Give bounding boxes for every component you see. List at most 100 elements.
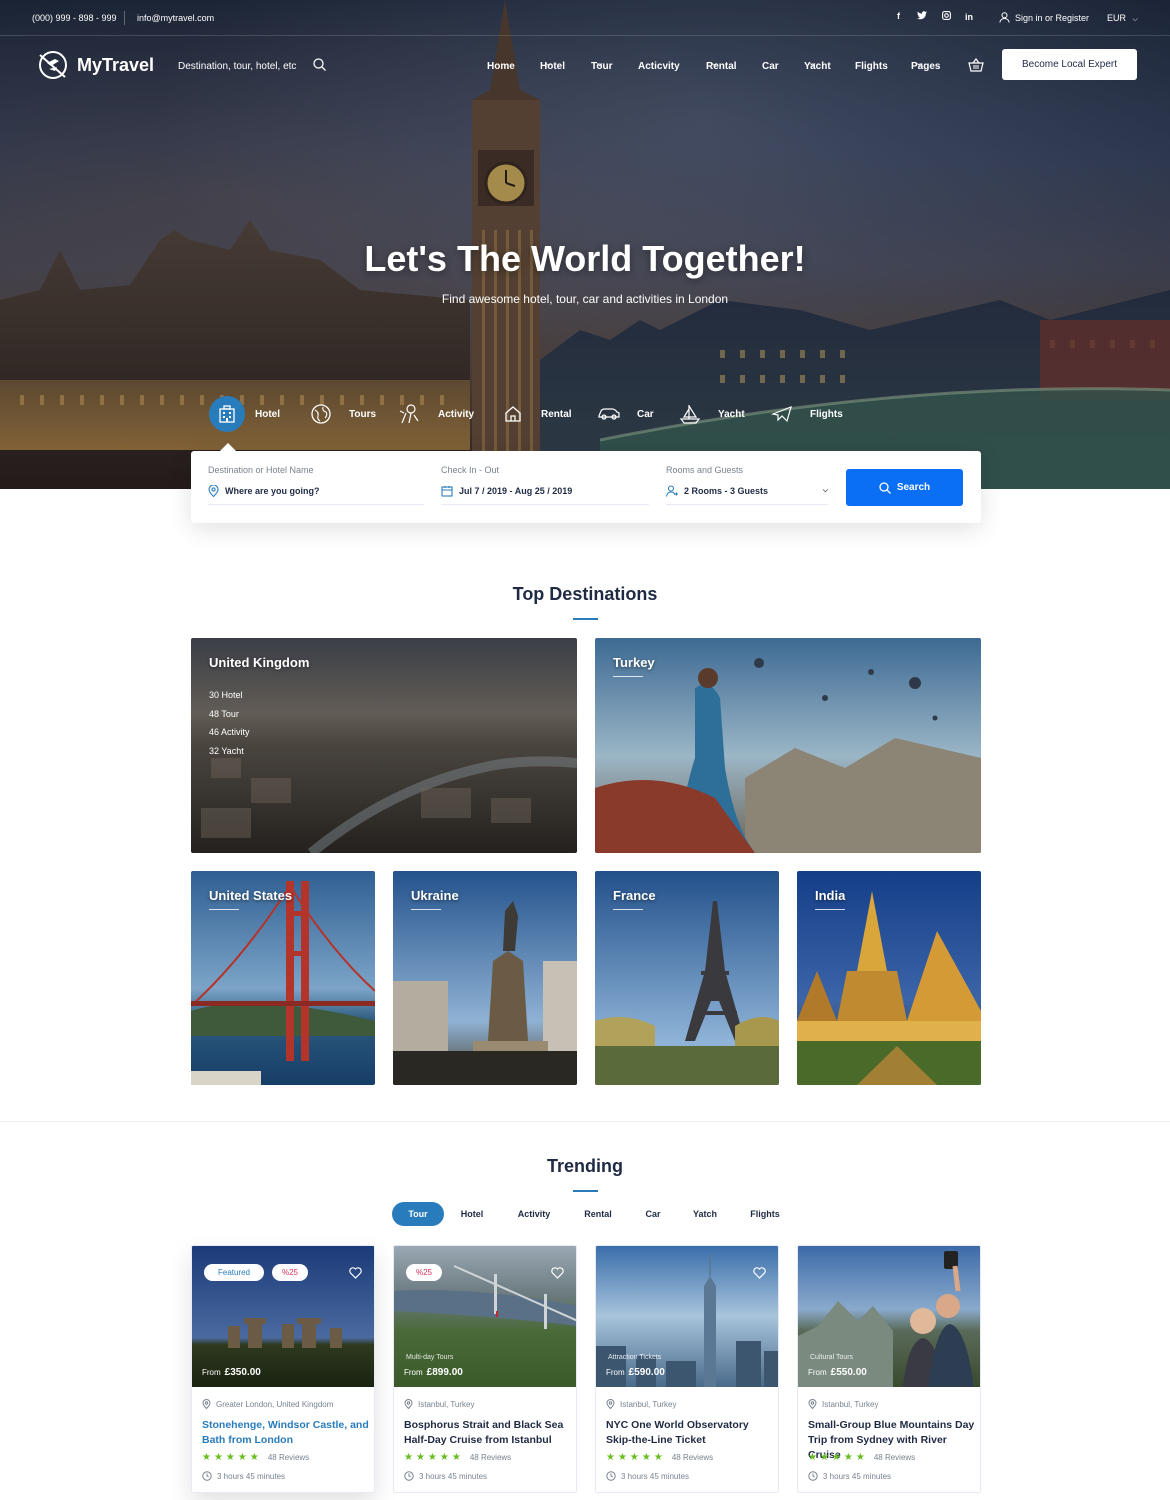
date-range-input[interactable]: Jul 7 / 2019 - Aug 25 / 2019 — [459, 486, 572, 496]
instagram-icon[interactable] — [942, 11, 951, 22]
nav-label: Flights — [855, 61, 888, 72]
star-rating: ★★★★★ — [606, 1452, 666, 1463]
destination-card-united-kingdom[interactable]: United Kingdom 30 Hotel 48 Tour 46 Activ… — [191, 638, 577, 853]
user-icon — [999, 12, 1010, 23]
become-local-expert-button[interactable]: Become Local Expert — [1002, 49, 1137, 80]
tour-duration: 3 hours 45 minutes — [404, 1471, 487, 1481]
location-pin-icon — [202, 1399, 211, 1409]
tour-title[interactable]: NYC One World Observatory Skip-the-Line … — [606, 1418, 774, 1448]
heart-icon[interactable] — [551, 1266, 564, 1284]
tour-location: Istanbul, Turkey — [606, 1399, 676, 1409]
tab-label: Activity — [438, 408, 475, 420]
tour-card[interactable]: Cultural Tours From £550.00 Istanbul, Tur… — [797, 1245, 981, 1493]
cart-icon[interactable] — [968, 58, 984, 77]
price-prefix: From — [808, 1368, 827, 1377]
tab-activity[interactable]: Activity — [392, 396, 474, 432]
tab-car[interactable]: Car — [591, 396, 654, 432]
destination-image — [595, 638, 981, 853]
tour-duration: 3 hours 45 minutes — [202, 1471, 285, 1481]
clock-icon — [808, 1471, 818, 1481]
destination-field[interactable]: Destination or Hotel Name Where are you … — [208, 465, 424, 505]
price-value: £590.00 — [628, 1367, 665, 1378]
destination-card-ukraine[interactable]: Ukraine — [393, 871, 577, 1085]
chevron-down-icon: ⌵ — [1132, 16, 1138, 23]
trending-tab-car[interactable]: Car — [642, 1202, 664, 1226]
search-icon — [879, 481, 891, 494]
tab-flights[interactable]: Flights — [764, 396, 843, 432]
location-text: Istanbul, Turkey — [822, 1399, 879, 1409]
currency-select[interactable]: EUR ⌵ — [1107, 13, 1138, 24]
trending-tab-rental[interactable]: Rental — [580, 1202, 616, 1226]
trending-tab-tour[interactable]: Tour — [392, 1202, 444, 1226]
chevron-down-icon: ⌵ — [712, 61, 718, 68]
price-prefix: From — [202, 1368, 221, 1377]
destination-input[interactable]: Where are you going? — [225, 486, 320, 496]
tour-category: Multi-day Tours — [406, 1354, 454, 1361]
destination-card-india[interactable]: India — [797, 871, 981, 1085]
tab-label: Hotel — [255, 408, 280, 420]
phone-link[interactable]: (000) 999 - 898 - 999 — [32, 13, 117, 23]
search-icon[interactable] — [313, 58, 326, 76]
duration-text: 3 hours 45 minutes — [217, 1471, 286, 1481]
tour-card[interactable]: Attraction Tickets From £590.00 Istanbul,… — [595, 1245, 779, 1493]
destination-underline — [209, 909, 239, 910]
tour-price: From £899.00 — [404, 1367, 463, 1378]
trending-tab-flights[interactable]: Flights — [748, 1202, 782, 1226]
car-icon — [591, 396, 627, 432]
facebook-icon[interactable]: f — [897, 11, 900, 21]
tour-price: From £590.00 — [606, 1367, 665, 1378]
location-pin-icon — [808, 1399, 817, 1409]
yacht-count: 32 Yacht — [209, 745, 244, 756]
destination-card-united-states[interactable]: United States — [191, 871, 375, 1085]
heart-icon[interactable] — [349, 1266, 362, 1284]
trending-tab-yatch[interactable]: Yatch — [690, 1202, 720, 1226]
trending-tab-hotel[interactable]: Hotel — [454, 1202, 490, 1226]
tab-rental[interactable]: Rental — [495, 396, 572, 432]
top-destinations-title: Top Destinations — [512, 584, 658, 604]
trending-tab-activity[interactable]: Activity — [512, 1202, 556, 1226]
section-underline — [573, 618, 598, 620]
guests-field[interactable]: Rooms and Guests 2 Rooms - 3 Guests ⌵ — [666, 465, 828, 505]
chevron-down-icon: ⌵ — [822, 487, 828, 494]
tour-rating: ★★★★★ 48 Reviews — [808, 1452, 915, 1463]
location-pin-icon — [606, 1399, 615, 1409]
section-underline — [573, 1190, 598, 1192]
tour-category: Attraction Tickets — [608, 1354, 662, 1361]
house-icon — [495, 396, 531, 432]
discount-badge: %25 — [272, 1264, 308, 1281]
destination-card-turkey[interactable]: Turkey — [595, 638, 981, 853]
destination-image — [393, 871, 577, 1085]
sign-in-link[interactable]: Sign in or Register — [999, 12, 1089, 23]
tour-card[interactable]: Featured %25 From £350.00 Greater London,… — [191, 1245, 375, 1493]
tour-count: 48 Tour — [209, 708, 239, 719]
destination-underline — [411, 909, 441, 910]
active-tab-pointer — [220, 443, 236, 451]
main-nav: MyTravel Destination, tour, hotel, etc H… — [0, 36, 1170, 96]
tour-title[interactable]: Bosphorus Strait and Black Sea Half-Day … — [404, 1418, 572, 1448]
linkedin-icon[interactable]: in — [965, 12, 973, 22]
email-link[interactable]: info@mytravel.com — [137, 13, 214, 23]
globe-icon — [303, 396, 339, 432]
destination-card-france[interactable]: France — [595, 871, 779, 1085]
tab-label: Car — [637, 408, 654, 420]
header-search-input[interactable]: Destination, tour, hotel, etc — [178, 61, 296, 72]
tab-yacht[interactable]: Yacht — [672, 396, 745, 432]
duration-text: 3 hours 45 minutes — [419, 1471, 488, 1481]
location-text: Istanbul, Turkey — [418, 1399, 475, 1409]
logo[interactable]: MyTravel — [35, 47, 154, 83]
heart-icon[interactable] — [753, 1266, 766, 1284]
tour-title[interactable]: Stonehenge, Windsor Castle, and Bath fro… — [202, 1418, 370, 1448]
destination-image — [797, 871, 981, 1085]
date-field[interactable]: Check In - Out Jul 7 / 2019 - Aug 25 / 2… — [441, 465, 649, 505]
tab-hotel[interactable]: Hotel — [209, 396, 280, 432]
tour-card[interactable]: %25 Multi-day Tours From £899.00 Istanbul… — [393, 1245, 577, 1493]
tour-location: Greater London, United Kingdom — [202, 1399, 333, 1409]
tab-tours[interactable]: Tours — [303, 396, 376, 432]
search-button[interactable]: Search — [846, 469, 963, 506]
twitter-icon[interactable] — [917, 11, 927, 22]
activity-icon — [392, 396, 428, 432]
guests-select[interactable]: 2 Rooms - 3 Guests — [684, 486, 768, 496]
tour-location: Istanbul, Turkey — [808, 1399, 878, 1409]
price-value: £350.00 — [224, 1367, 261, 1378]
tour-rating: ★★★★★ 48 Reviews — [202, 1452, 309, 1463]
